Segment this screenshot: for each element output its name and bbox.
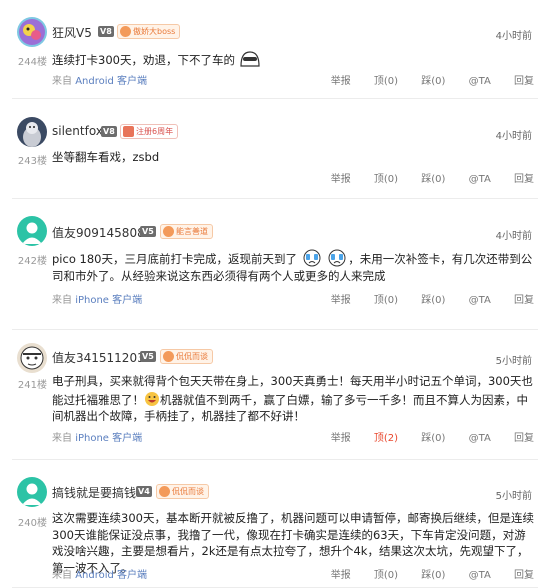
post-time: 4小时前	[495, 131, 532, 142]
medal-icon	[163, 351, 174, 362]
floor-number: 242楼	[17, 256, 47, 267]
reply-button[interactable]: 回复	[514, 570, 534, 581]
username[interactable]: silentfox	[52, 124, 103, 138]
downvote-button[interactable]: 踩(0)	[421, 174, 445, 185]
comment-item: 狂风V5 V8 傲娇大boss 4小时前 244楼 连续打卡300天，劝退，下不…	[0, 0, 550, 99]
floor-number: 241楼	[17, 380, 47, 391]
comment-list: 狂风V5 V8 傲娇大boss 4小时前 244楼 连续打卡300天，劝退，下不…	[0, 0, 550, 588]
mention-button[interactable]: @TA	[469, 295, 491, 306]
username[interactable]: 搞钱就是要搞钱	[52, 484, 136, 501]
avatar[interactable]	[17, 343, 47, 373]
medal-badge: 傲娇大boss	[117, 24, 181, 39]
medal-badge: 侃侃而谈	[156, 484, 209, 499]
medal-icon	[159, 486, 170, 497]
level-badge: V4	[136, 486, 152, 497]
mention-button[interactable]: @TA	[469, 433, 491, 444]
source-info: 来自 iPhone 客户端	[52, 295, 143, 306]
anniversary-icon	[123, 126, 134, 137]
level-badge: V5	[140, 226, 156, 237]
floor-number: 240楼	[17, 518, 47, 529]
downvote-button[interactable]: 踩(0)	[421, 433, 445, 444]
medal-icon	[120, 26, 131, 37]
avatar[interactable]	[17, 17, 47, 47]
post-time: 5小时前	[495, 356, 532, 367]
comment-text: 电子刑具，买来就得背个包天天带在身上，300天真勇士！每天用半小时记五个单词，3…	[52, 374, 533, 423]
medal-badge: 注册6周年	[120, 124, 179, 139]
client-link[interactable]: iPhone 客户端	[75, 295, 142, 306]
action-bar: 举报 顶(2) 踩(0) @TA 回复	[311, 429, 534, 444]
client-link[interactable]: Android 客户端	[75, 570, 147, 581]
source-info: 来自 iPhone 客户端	[52, 433, 143, 444]
report-button[interactable]: 举报	[331, 295, 351, 306]
floor-number: 244楼	[17, 57, 47, 68]
post-time: 5小时前	[495, 491, 532, 502]
comment-text: 坐等翻车看戏，zsbd	[52, 150, 160, 164]
comment-text: pico 180天，三月底前打卡完成，返现前天到了 ，未用一次补签卡，有几次还带…	[52, 249, 537, 284]
medal-badge: 侃侃而谈	[160, 349, 213, 364]
mention-button[interactable]: @TA	[469, 76, 491, 87]
medal-icon	[163, 226, 174, 237]
downvote-button[interactable]: 踩(0)	[421, 76, 445, 87]
post-time: 4小时前	[495, 231, 532, 242]
emoji-sunglasses-icon	[240, 51, 260, 67]
level-badge: V8	[101, 126, 117, 137]
emoji-crying-icon	[303, 249, 321, 267]
avatar[interactable]	[17, 477, 47, 507]
report-button[interactable]: 举报	[331, 570, 351, 581]
report-button[interactable]: 举报	[331, 433, 351, 444]
report-button[interactable]: 举报	[331, 76, 351, 87]
action-bar: 举报 顶(0) 踩(0) @TA 回复	[311, 170, 534, 185]
upvote-button[interactable]: 顶(0)	[374, 570, 398, 581]
avatar[interactable]	[17, 216, 47, 246]
mention-button[interactable]: @TA	[469, 570, 491, 581]
upvote-button[interactable]: 顶(0)	[374, 174, 398, 185]
username[interactable]: 狂风V5	[52, 24, 92, 41]
comment-item: silentfox V8 注册6周年 4小时前 243楼 坐等翻车看戏，zsbd…	[0, 99, 550, 199]
report-button[interactable]: 举报	[331, 174, 351, 185]
level-badge: V5	[140, 351, 156, 362]
mention-button[interactable]: @TA	[469, 174, 491, 185]
avatar[interactable]	[17, 117, 47, 147]
comment-item: 搞钱就是要搞钱 V4 侃侃而谈 5小时前 240楼 这次需要连续300天，基本断…	[0, 460, 550, 588]
action-bar: 举报 顶(0) 踩(0) @TA 回复	[311, 291, 534, 306]
client-link[interactable]: iPhone 客户端	[75, 433, 142, 444]
reply-button[interactable]: 回复	[514, 433, 534, 444]
reply-button[interactable]: 回复	[514, 174, 534, 185]
downvote-button[interactable]: 踩(0)	[421, 570, 445, 581]
username[interactable]: 值友3415112031	[52, 349, 152, 366]
medal-badge: 能言善道	[160, 224, 213, 239]
username[interactable]: 值友9091458085	[52, 224, 152, 241]
downvote-button[interactable]: 踩(0)	[421, 295, 445, 306]
source-info: 来自 Android 客户端	[52, 570, 148, 581]
comment-text: 连续打卡300天，劝退，下不了车的	[52, 50, 537, 69]
level-badge: V8	[98, 26, 114, 37]
emoji-crying-icon	[328, 249, 346, 267]
action-bar: 举报 顶(0) 踩(0) @TA 回复	[311, 566, 534, 581]
upvote-button[interactable]: 顶(0)	[374, 76, 398, 87]
comment-item: 值友3415112031 V5 侃侃而谈 5小时前 241楼 电子刑具，买来就得…	[0, 330, 550, 460]
post-time: 4小时前	[495, 31, 532, 42]
client-link[interactable]: Android 客户端	[75, 76, 147, 87]
action-bar: 举报 顶(0) 踩(0) @TA 回复	[311, 72, 534, 87]
source-info: 来自 Android 客户端	[52, 76, 148, 87]
reply-button[interactable]: 回复	[514, 295, 534, 306]
floor-number: 243楼	[17, 156, 47, 167]
reply-button[interactable]: 回复	[514, 76, 534, 87]
emoji-laugh-icon	[145, 391, 159, 406]
upvote-button[interactable]: 顶(2)	[374, 433, 398, 444]
upvote-button[interactable]: 顶(0)	[374, 295, 398, 306]
comment-item: 值友9091458085 V5 能言善道 4小时前 242楼 pico 180天…	[0, 199, 550, 330]
